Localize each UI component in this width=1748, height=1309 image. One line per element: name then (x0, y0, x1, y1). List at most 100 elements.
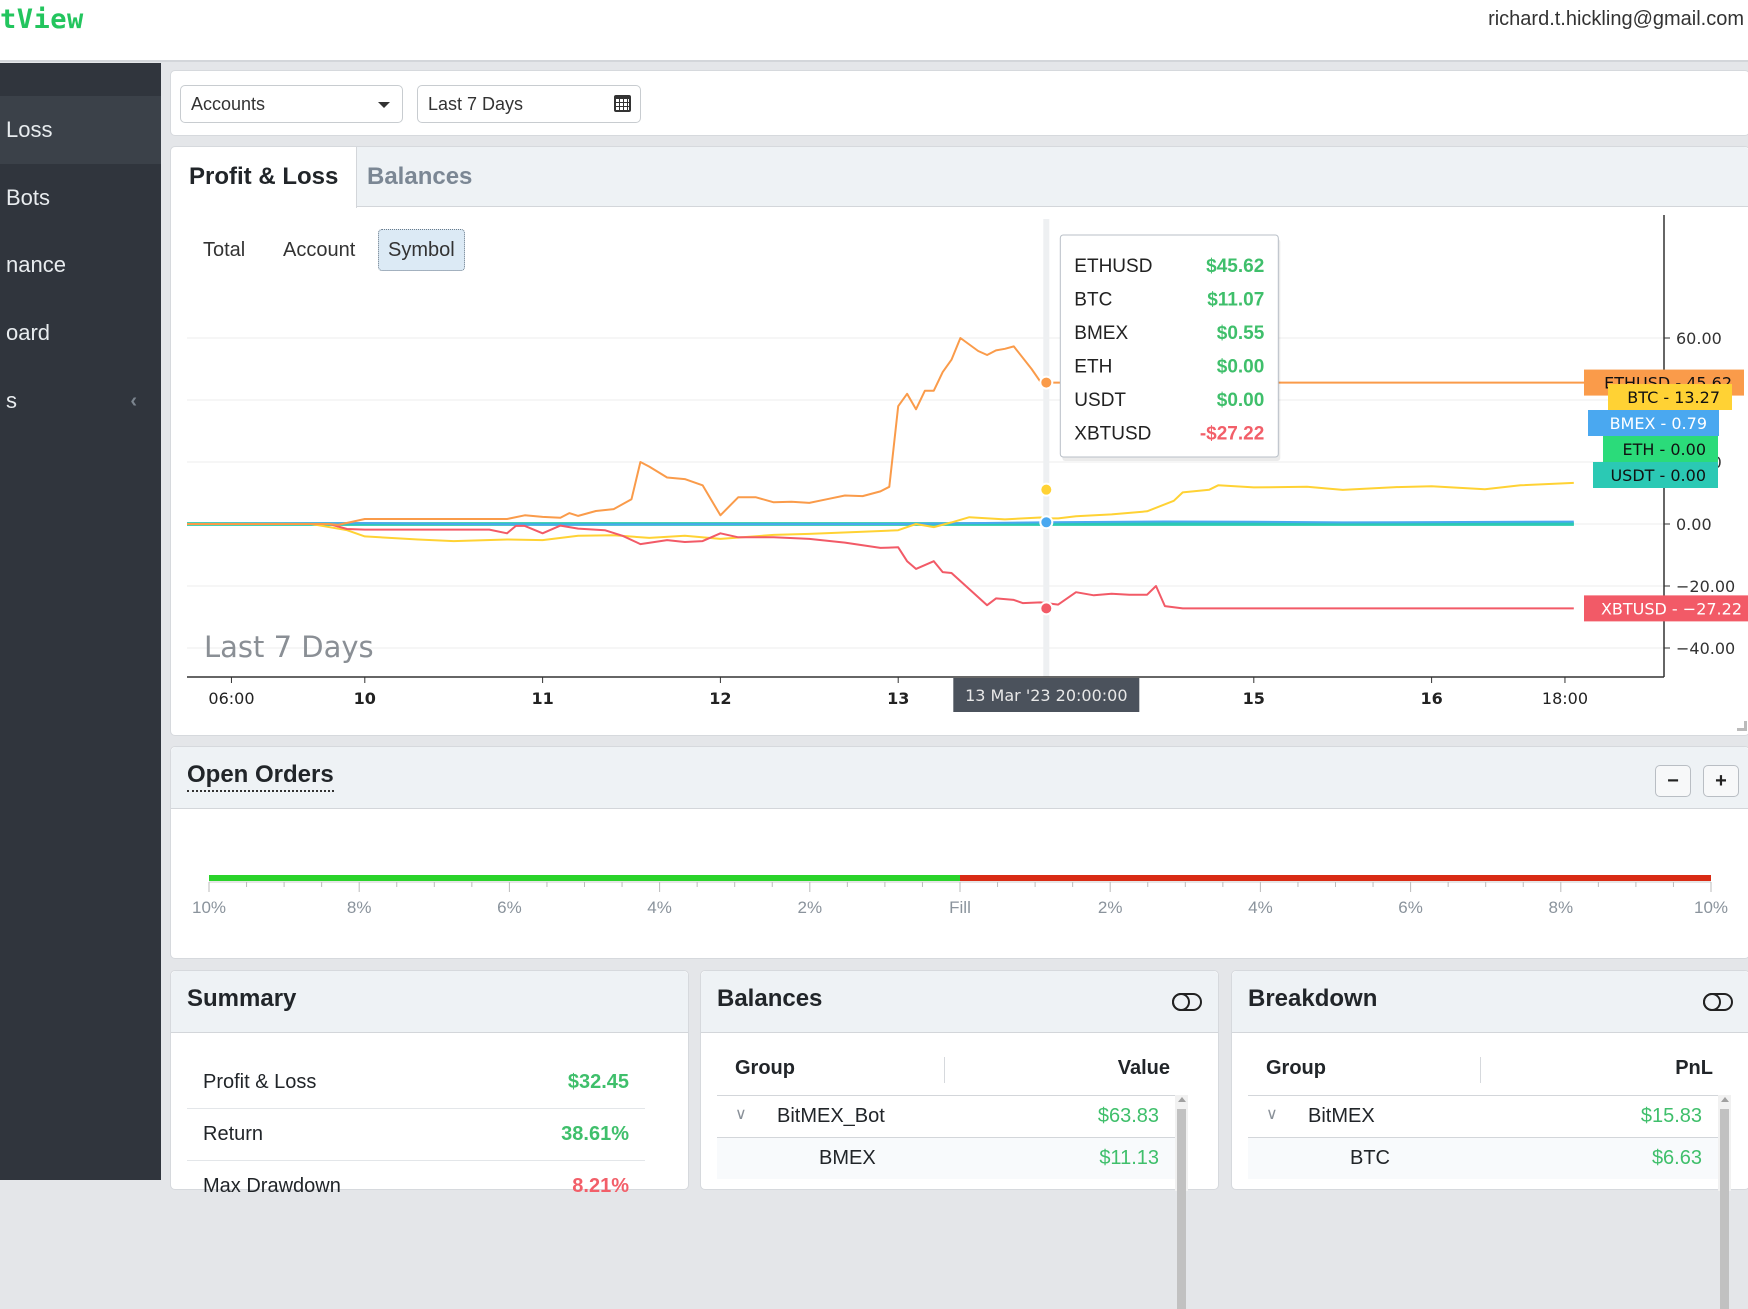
scroll-up-icon[interactable] (1178, 1097, 1186, 1102)
row-name: BTC (1350, 1147, 1390, 1169)
x-tick-label: 15 (1243, 689, 1265, 708)
summary-value: 8.21% (572, 1175, 629, 1197)
crosshair-date-text: 13 Mar '23 20:00:00 (965, 686, 1127, 705)
scroll-up-icon[interactable] (1721, 1097, 1729, 1102)
column-separator[interactable] (944, 1057, 945, 1083)
date-range-picker[interactable]: Last 7 Days (417, 85, 641, 123)
scrollbar[interactable] (1175, 1095, 1188, 1309)
tooltip-symbol: BTC (1074, 290, 1112, 311)
tooltip-value: $0.00 (1217, 390, 1265, 411)
date-range-value: Last 7 Days (428, 94, 524, 114)
tooltip-symbol: USDT (1074, 390, 1126, 411)
balances-header: Balances (701, 971, 1218, 1033)
x-tick-label: 06:00 (208, 689, 254, 708)
column-header-value[interactable]: Value (1118, 1057, 1170, 1080)
x-tick-label: 13 (887, 689, 909, 708)
caret-down-icon (378, 102, 390, 108)
sidebar-item-label: Bots (6, 185, 51, 210)
summary-row-max-drawdown: Max Drawdown 8.21% (187, 1161, 645, 1213)
summary-header: Summary (171, 971, 688, 1033)
balances-title: Balances (717, 985, 823, 1012)
column-header-group[interactable]: Group (1266, 1057, 1326, 1080)
table-row[interactable]: BTC $6.63 (1248, 1137, 1718, 1179)
series-marker-btc (1039, 482, 1054, 497)
series-line-xbtusd (187, 523, 1574, 610)
last-value-label: USDT - 0.00 (1610, 466, 1706, 485)
pnl-line-chart[interactable]: Last 7 Days 60.0040.0020.000.00−20.00−40… (171, 147, 1748, 737)
resize-handle[interactable] (1737, 721, 1747, 731)
column-header-group[interactable]: Group (735, 1057, 795, 1080)
depth-axis-label: 10% (192, 898, 226, 917)
table-row[interactable]: BMEX $11.13 (717, 1137, 1175, 1179)
last-value-label: ETH - 0.00 (1623, 440, 1706, 459)
row-value: $11.13 (1099, 1147, 1159, 1169)
sidebar-item-dashboard[interactable]: oard (0, 299, 161, 367)
chevron-down-icon[interactable]: ∨ (735, 1104, 747, 1124)
scrollbar-thumb[interactable] (1177, 1109, 1186, 1309)
summary-value: 38.61% (561, 1123, 629, 1145)
user-email[interactable]: richard.t.hickling@gmail.com (1488, 8, 1744, 31)
sidebar-item-label: Loss (6, 117, 53, 142)
filter-bar: Accounts Last 7 Days (170, 70, 1748, 136)
x-tick-label: 10 (354, 689, 376, 708)
row-name: BitMEX (1308, 1105, 1375, 1127)
depth-axis-label: 6% (1398, 898, 1423, 917)
sidebar-item-label: oard (6, 320, 51, 345)
app-logo[interactable]: tView (0, 4, 84, 35)
depth-axis-label: 8% (347, 898, 372, 917)
y-tick-label: 60.00 (1676, 329, 1722, 348)
sidebar: Loss Bots nance oard s ‹ (0, 63, 161, 1180)
last-value-label: BTC - 13.27 (1627, 388, 1720, 407)
breakdown-card: Breakdown Group PnL ∨ BitMEX $15.83 BTC … (1231, 970, 1748, 1309)
main-content: Accounts Last 7 Days Profit & Loss Balan… (161, 63, 1748, 1309)
sidebar-item-label: nance (6, 252, 66, 277)
toggle-icon[interactable] (1703, 993, 1733, 1011)
tooltip-symbol: ETHUSD (1074, 256, 1152, 277)
last-value-label: BMEX - 0.79 (1610, 414, 1707, 433)
crosshair-date-label: 13 Mar '23 20:00:00 (953, 678, 1140, 712)
depth-axis-label: 8% (1549, 898, 1574, 917)
zoom-in-button[interactable]: + (1703, 765, 1739, 797)
tooltip-value: $45.62 (1206, 256, 1264, 277)
sidebar-item-performance[interactable]: nance (0, 231, 161, 299)
depth-axis-label: 2% (1098, 898, 1123, 917)
sidebar-item-settings[interactable]: s ‹ (0, 367, 161, 435)
tooltip-symbol: ETH (1074, 357, 1112, 378)
table-row[interactable]: ∨ BitMEX_Bot $63.83 (717, 1095, 1175, 1137)
chevron-down-icon[interactable]: ∨ (1266, 1104, 1278, 1124)
sell-depth-bar (960, 875, 1711, 881)
accounts-select-value: Accounts (191, 94, 266, 114)
summary-label: Profit & Loss (203, 1071, 317, 1093)
summary-row-pnl: Profit & Loss $32.45 (187, 1057, 645, 1109)
y-tick-label: −20.00 (1676, 577, 1735, 596)
open-orders-title[interactable]: Open Orders (187, 761, 334, 792)
toggle-icon[interactable] (1172, 993, 1202, 1011)
table-row[interactable]: ∨ BitMEX $15.83 (1248, 1095, 1718, 1137)
accounts-select[interactable]: Accounts (180, 85, 403, 123)
y-tick-label: 0.00 (1676, 515, 1712, 534)
chart-watermark: Last 7 Days (204, 630, 374, 664)
row-value: $63.83 (1097, 1105, 1159, 1127)
scrollbar-thumb[interactable] (1720, 1109, 1729, 1309)
tooltip-symbol: XBTUSD (1074, 424, 1151, 445)
zoom-out-button[interactable]: − (1655, 765, 1691, 797)
last-value-label: XBTUSD - −27.22 (1601, 599, 1742, 618)
depth-axis-label: 10% (1694, 898, 1728, 917)
summary-title: Summary (187, 985, 297, 1012)
scrollbar[interactable] (1718, 1095, 1731, 1309)
x-tick-label: 11 (531, 689, 553, 708)
depth-axis-label: 2% (798, 898, 823, 917)
column-header-pnl[interactable]: PnL (1675, 1057, 1713, 1080)
y-tick-label: −40.00 (1676, 639, 1735, 658)
sidebar-item-bots[interactable]: Bots (0, 164, 161, 232)
series-marker-ethusd (1039, 375, 1054, 390)
top-navbar: tView richard.t.hickling@gmail.com (0, 0, 1748, 62)
series-marker-xbtusd (1039, 601, 1054, 616)
series-line-ethusd (187, 337, 1699, 526)
summary-label: Return (203, 1123, 264, 1145)
sidebar-item-profit-loss[interactable]: Loss (0, 96, 161, 164)
depth-axis-label: Fill (949, 898, 971, 917)
summary-card: Summary Profit & Loss $32.45 Return 38.6… (170, 970, 689, 1197)
column-separator[interactable] (1480, 1057, 1481, 1083)
breakdown-title: Breakdown (1248, 985, 1378, 1012)
